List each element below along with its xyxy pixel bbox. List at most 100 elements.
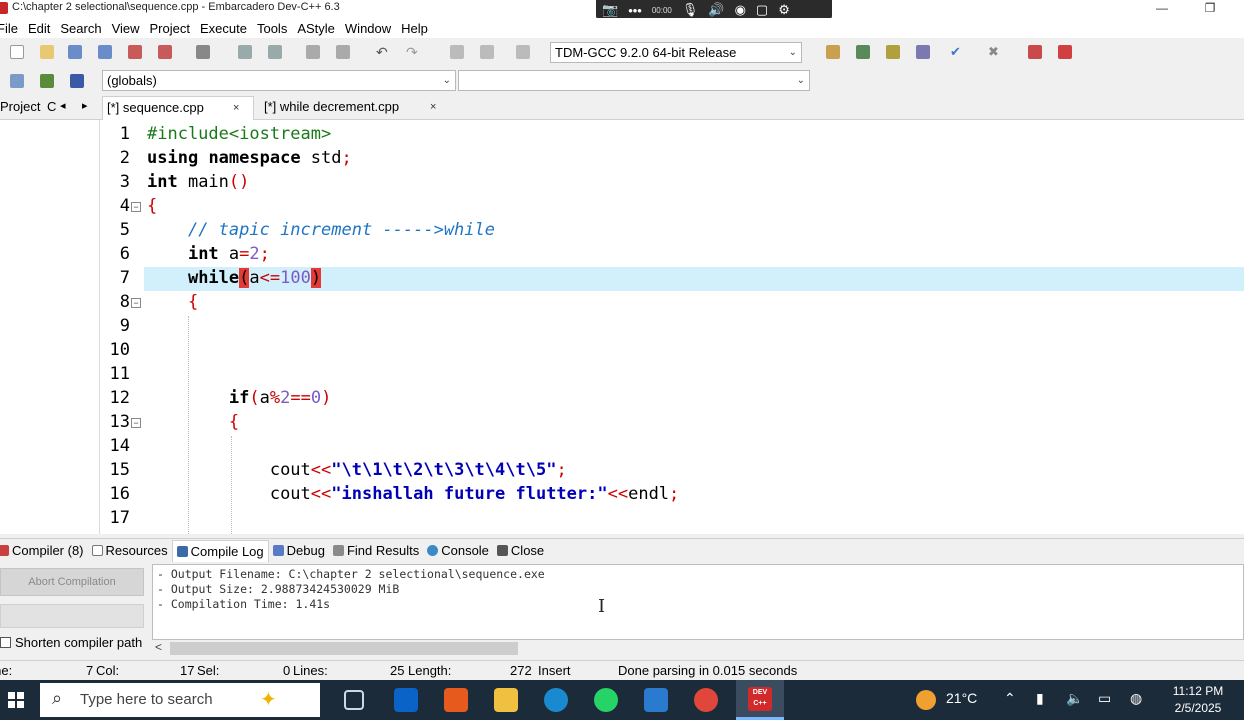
compile-icon[interactable] <box>826 45 840 59</box>
store-icon[interactable] <box>644 688 668 712</box>
identifier: cout <box>269 460 311 480</box>
compile-run-icon[interactable] <box>886 45 900 59</box>
network-globe-icon[interactable]: ◍ <box>1130 690 1142 707</box>
unindent-icon[interactable] <box>336 45 350 59</box>
tab-while-decrement-cpp[interactable]: [*] while decrement.cpp × <box>260 96 456 120</box>
tab-close[interactable]: Close <box>493 540 548 562</box>
window-icon[interactable]: ▢ <box>756 2 768 18</box>
taskbar-search-box[interactable]: ⌕ Type here to search ✦ <box>40 683 320 717</box>
scope-select[interactable]: (globals) ⌄ <box>102 70 456 91</box>
member-select[interactable]: ⌄ <box>458 70 810 91</box>
close-tab-icon[interactable]: × <box>430 96 436 118</box>
run-icon[interactable] <box>856 45 870 59</box>
bookmark-next-icon[interactable] <box>480 45 494 59</box>
file-explorer-icon[interactable] <box>494 688 518 712</box>
new-project-icon[interactable] <box>10 74 24 88</box>
outlook-icon[interactable] <box>394 688 418 712</box>
microphone-icon[interactable]: 🎙 <box>682 2 699 18</box>
menu-search[interactable]: Search <box>55 21 106 36</box>
menu-window[interactable]: Window <box>340 21 396 36</box>
menu-astyle[interactable]: AStyle <box>292 21 340 36</box>
new-file-icon[interactable] <box>10 45 24 59</box>
profile-icon[interactable] <box>1028 45 1042 59</box>
tab-resources[interactable]: Resources <box>88 540 172 562</box>
fold-toggle-icon[interactable]: − <box>131 418 141 428</box>
tab-sequence-cpp[interactable]: [*] sequence.cpp × <box>102 96 254 120</box>
indent-icon[interactable] <box>306 45 320 59</box>
windows-start-icon[interactable] <box>8 692 24 708</box>
menu-execute[interactable]: Execute <box>195 21 252 36</box>
shorten-compiler-path-option[interactable]: Shorten compiler path <box>0 633 150 651</box>
tab-console[interactable]: Console <box>423 540 493 562</box>
tab-classes[interactable]: C <box>47 99 56 114</box>
scroll-left-icon[interactable]: < <box>155 640 162 654</box>
menu-tools[interactable]: Tools <box>252 21 292 36</box>
volume-icon[interactable]: 🔈 <box>1066 690 1083 707</box>
task-view-icon[interactable] <box>344 690 364 710</box>
check-syntax-icon[interactable]: ✔ <box>950 45 964 59</box>
save-icon[interactable] <box>68 45 82 59</box>
compiler-select[interactable]: TDM-GCC 9.2.0 64-bit Release ⌄ <box>550 42 802 63</box>
compile-log-icon <box>176 545 188 557</box>
find-icon[interactable] <box>238 45 252 59</box>
abort-compilation-button[interactable]: Abort Compilation <box>0 568 144 596</box>
devcpp-taskbar-button[interactable]: DEV C++ <box>736 680 784 720</box>
close-tab-icon[interactable]: × <box>233 97 239 119</box>
bookmark-prev-icon[interactable] <box>450 45 464 59</box>
fold-toggle-icon[interactable]: − <box>131 202 141 212</box>
fold-toggle-icon[interactable]: − <box>131 298 141 308</box>
compile-log-output[interactable]: - Output Filename: C:\chapter 2 selectio… <box>152 564 1244 640</box>
weather-icon[interactable] <box>916 690 936 710</box>
copilot-icon[interactable] <box>444 688 468 712</box>
menu-edit[interactable]: Edit <box>23 21 55 36</box>
rebuild-all-icon[interactable] <box>916 45 930 59</box>
minimize-button[interactable]: — <box>1142 0 1182 18</box>
close-all-icon[interactable] <box>158 45 172 59</box>
tab-find-results[interactable]: Find Results <box>329 540 423 562</box>
tab-compiler[interactable]: Compiler (8) <box>0 540 88 562</box>
restore-button[interactable]: ❐ <box>1190 0 1230 18</box>
debug-icon[interactable] <box>1058 45 1072 59</box>
usb-icon[interactable]: ▮ <box>1036 690 1044 707</box>
tab-debug[interactable]: Debug <box>269 540 329 562</box>
chevron-up-icon[interactable]: ⌃ <box>1004 690 1016 707</box>
chrome-icon[interactable] <box>694 688 718 712</box>
webcam-icon[interactable]: ◉ <box>735 2 746 18</box>
goto-icon[interactable] <box>70 74 84 88</box>
keyword: int <box>147 172 178 192</box>
save-all-icon[interactable] <box>98 45 112 59</box>
scrollbar-thumb[interactable] <box>170 642 518 655</box>
shorten-path-checkbox[interactable] <box>0 636 11 648</box>
code-editor[interactable]: #include<iostream> using namespace std; … <box>144 120 1244 534</box>
whatsapp-icon[interactable] <box>594 688 618 712</box>
tab-project[interactable]: Project <box>0 99 40 114</box>
replace-icon[interactable] <box>268 45 282 59</box>
battery-icon[interactable]: ▭ <box>1098 690 1111 707</box>
menu-file[interactable]: File <box>0 21 23 36</box>
menu-project[interactable]: Project <box>145 21 195 36</box>
insert-icon[interactable] <box>40 74 54 88</box>
redo-icon[interactable]: ↷ <box>406 45 420 59</box>
open-file-icon[interactable] <box>40 45 54 59</box>
project-panel[interactable] <box>0 120 100 534</box>
stop-execution-icon[interactable]: ✖ <box>988 45 1002 59</box>
more-icon[interactable]: ••• <box>628 3 642 18</box>
system-clock[interactable]: 11:12 PM 2/5/2025 <box>1160 683 1236 717</box>
close-panel-icon <box>496 545 508 556</box>
speaker-icon[interactable]: 🔊 <box>708 2 724 18</box>
horizontal-scrollbar[interactable]: < <box>152 640 1244 658</box>
tab-scroll-left-icon[interactable]: ◂ <box>60 99 66 112</box>
print-icon[interactable] <box>196 45 210 59</box>
edge-icon[interactable] <box>544 688 568 712</box>
status-message: Done parsing in 0.015 seconds <box>618 663 798 678</box>
menu-help[interactable]: Help <box>396 21 433 36</box>
tab-scroll-right-icon[interactable]: ▸ <box>82 99 88 112</box>
camera-icon[interactable]: 📷 <box>602 2 618 18</box>
settings-gear-icon[interactable]: ⚙ <box>778 2 790 18</box>
tab-compile-log[interactable]: Compile Log <box>171 539 269 562</box>
menu-view[interactable]: View <box>107 21 145 36</box>
undo-icon[interactable]: ↶ <box>376 45 390 59</box>
close-file-icon[interactable] <box>128 45 142 59</box>
temperature[interactable]: 21°C <box>946 690 977 706</box>
toggle-bookmark-icon[interactable] <box>516 45 530 59</box>
